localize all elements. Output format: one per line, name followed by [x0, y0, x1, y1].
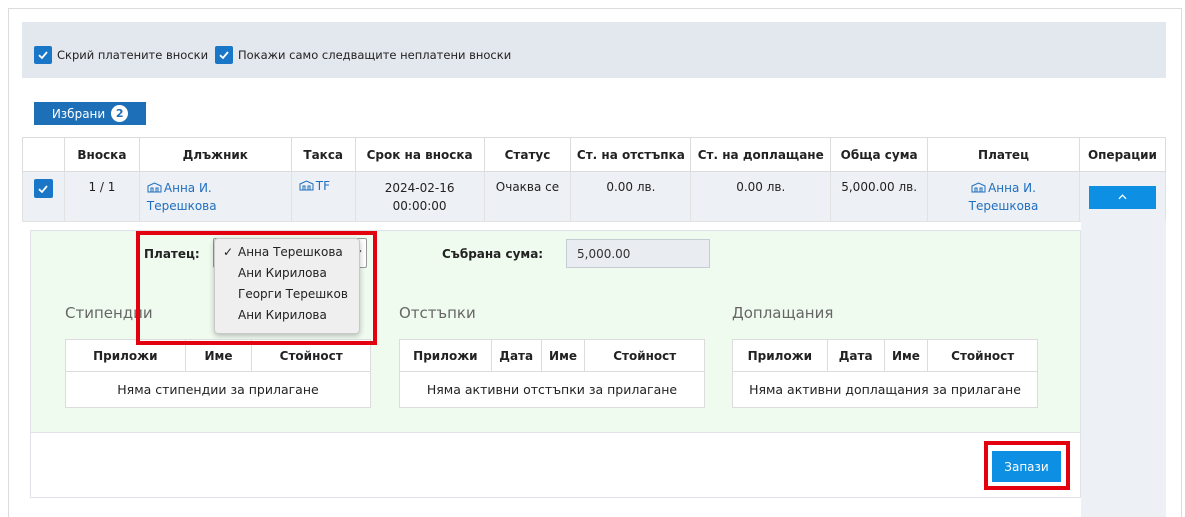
selected-tab-label: Избрани [51, 106, 106, 121]
header-value: Стойност [927, 339, 1038, 372]
header-discount-value: Ст. на отстъпка [570, 137, 692, 172]
selected-count-badge: 2 [111, 105, 129, 122]
fee-cell: TF [290, 171, 356, 222]
due-date: 2024-02-16 [384, 181, 455, 195]
payer-name-line1: Анна И. [988, 181, 1036, 195]
fee-name: TF [315, 179, 330, 193]
payer-name-line2: Терешкова [968, 199, 1039, 213]
chevron-up-icon [1118, 194, 1127, 200]
save-button-highlight [984, 441, 1070, 490]
header-payer: Платец [927, 137, 1080, 172]
discounts-header-row: Приложи Дата Име Стойност [399, 339, 705, 372]
selected-tab[interactable]: Избрани 2 [34, 102, 146, 125]
header-date: Дата [490, 339, 542, 372]
header-name: Име [540, 339, 586, 372]
operations-cell [1078, 171, 1167, 222]
show-next-unpaid-label: Покажи само следващите неплатени вноски [238, 48, 512, 62]
fee-link[interactable]: TF [299, 179, 330, 193]
row-select-cell [22, 171, 65, 222]
checkbox-checked-icon[interactable] [34, 46, 52, 64]
header-date: Дата [826, 339, 885, 372]
installments-table: Вноска Длъжник Такса Срок на вноска Стат… [22, 137, 1167, 222]
collected-amount-value: 5,000.00 [577, 246, 631, 261]
discounts-title: Отстъпки [399, 304, 476, 322]
surcharges-title: Доплащания [732, 304, 834, 322]
header-total: Обща сума [830, 137, 929, 172]
checkmark-icon [38, 184, 49, 193]
debtor-link[interactable]: Анна И. Терешкова [147, 181, 217, 213]
header-apply: Приложи [399, 339, 492, 372]
surcharges-empty: Няма активни доплащания за прилагане [732, 371, 1038, 408]
table-row: Няма активни доплащания за прилагане [732, 371, 1038, 408]
surcharge-value-cell: 0.00 лв. [690, 171, 832, 222]
payer-dropdown-highlight [136, 231, 377, 345]
header-installment: Вноска [63, 137, 140, 172]
payer-link[interactable]: Анна И. Терешкова [969, 181, 1039, 213]
collected-amount-field[interactable]: 5,000.00 [566, 239, 710, 268]
installment-cell: 1 / 1 [63, 171, 140, 222]
table-row: 1 / 1 Анна И. Терешкова TF 2024-02-16 00… [22, 171, 1167, 222]
header-due-date: Срок на вноска [354, 137, 485, 172]
table-header-row: Вноска Длъжник Такса Срок на вноска Стат… [22, 137, 1167, 172]
header-name: Име [883, 339, 929, 372]
header-value: Стойност [584, 339, 705, 372]
surcharges-table: Приложи Дата Име Стойност Няма активни д… [732, 339, 1038, 408]
header-apply: Приложи [732, 339, 828, 372]
scholarships-empty: Няма стипендии за прилагане [65, 371, 371, 408]
show-next-unpaid-filter[interactable]: Покажи само следващите неплатени вноски [215, 46, 511, 64]
filter-bar: Скрий платените вноски Покажи само следв… [22, 22, 1166, 78]
debtor-cell: Анна И. Терешкова [138, 171, 292, 222]
header-debtor: Длъжник [138, 137, 292, 172]
header-fee: Такса [290, 137, 356, 172]
row-checkbox[interactable] [33, 179, 53, 198]
scholarships-table: Приложи Име Стойност Няма стипендии за п… [65, 339, 371, 408]
table-row: Няма стипендии за прилагане [65, 371, 371, 408]
due-time: 00:00:00 [392, 199, 447, 213]
hide-paid-filter[interactable]: Скрий платените вноски [34, 46, 208, 64]
hide-paid-label: Скрий платените вноски [57, 48, 209, 62]
debtor-name-line2: Терешкова [146, 199, 217, 213]
collected-amount-label: Събрана сума: [442, 247, 544, 261]
school-icon [147, 182, 162, 193]
checkbox-checked-icon[interactable] [215, 46, 233, 64]
discount-value-cell: 0.00 лв. [570, 171, 692, 222]
discounts-empty: Няма активни отстъпки за прилагане [399, 371, 705, 408]
debtor-name-line1: Анна И. [163, 181, 212, 195]
header-operations: Операции [1078, 137, 1167, 172]
school-icon [299, 180, 314, 191]
header-select [22, 137, 65, 172]
school-icon [971, 182, 986, 193]
header-surcharge-value: Ст. на доплащане [690, 137, 832, 172]
discounts-table: Приложи Дата Име Стойност Няма активни о… [399, 339, 705, 408]
due-date-cell: 2024-02-16 00:00:00 [354, 171, 485, 222]
payer-cell: Анна И. Терешкова [927, 171, 1080, 222]
surcharges-header-row: Приложи Дата Име Стойност [732, 339, 1038, 372]
collapse-row-button[interactable] [1088, 185, 1156, 209]
total-cell: 5,000.00 лв. [830, 171, 929, 222]
header-status: Статус [483, 137, 572, 172]
operations-column-fill [1081, 221, 1166, 517]
status-cell: Очаква се [483, 171, 572, 222]
table-row: Няма активни отстъпки за прилагане [399, 371, 705, 408]
